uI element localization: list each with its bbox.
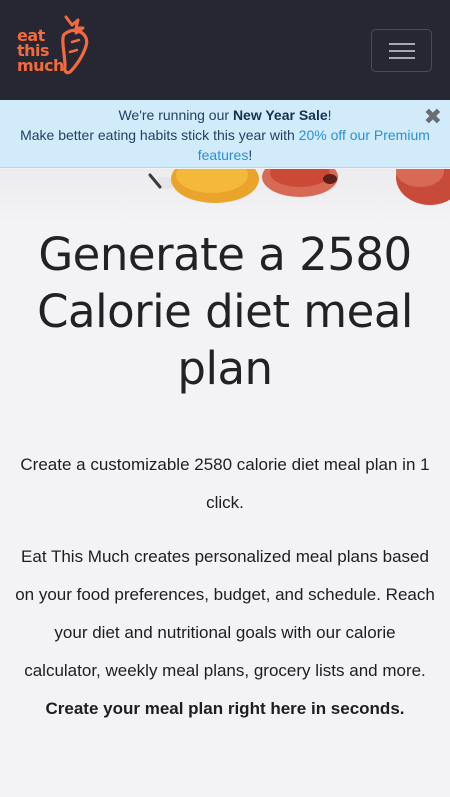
top-navbar: eat this much bbox=[0, 0, 450, 100]
hamburger-icon-bar bbox=[389, 50, 415, 52]
menu-toggle-button[interactable] bbox=[371, 29, 432, 72]
sale-name: New Year Sale bbox=[232, 107, 328, 123]
food-illustration bbox=[148, 169, 450, 205]
page-title: Generate a 2580 Calorie diet meal plan bbox=[37, 228, 413, 395]
carrot-icon bbox=[61, 15, 89, 75]
hero-food-image bbox=[0, 169, 450, 225]
cta-bold-text: Create your meal plan right here in seco… bbox=[45, 699, 405, 718]
hamburger-icon-bar bbox=[389, 57, 415, 59]
hamburger-icon bbox=[389, 43, 415, 45]
banner-line-2: Make better eating habits stick this yea… bbox=[20, 127, 430, 163]
description-body: Eat This Much creates personalized meal … bbox=[15, 547, 435, 680]
description-text: Eat This Much creates personalized meal … bbox=[14, 538, 436, 728]
intro-text: Create a customizable 2580 calorie diet … bbox=[20, 455, 430, 512]
eat-this-much-logo[interactable]: eat this much bbox=[16, 14, 102, 84]
close-icon[interactable]: ✖ bbox=[424, 106, 442, 128]
sale-banner: We're running our New Year Sale! Make be… bbox=[0, 100, 450, 168]
banner-line-1: We're running our New Year Sale! bbox=[118, 107, 332, 123]
